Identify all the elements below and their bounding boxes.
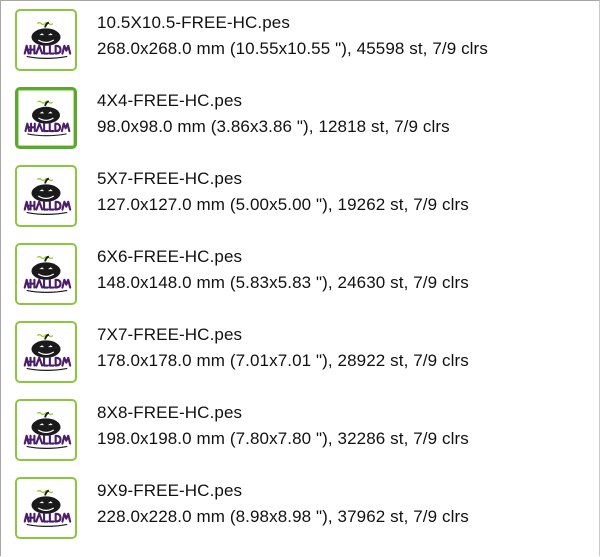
file-item-9x9[interactable]: 9X9-FREE-HC.pes 228.0x228.0 mm (8.98x8.9… bbox=[9, 471, 589, 543]
file-info: 148.0x148.0 mm (5.83x5.83 "), 24630 st, … bbox=[97, 273, 469, 292]
file-info: 127.0x127.0 mm (5.00x5.00 "), 19262 st, … bbox=[97, 195, 469, 214]
happy-halloween-embroidery-icon bbox=[23, 333, 72, 371]
file-thumbnail[interactable] bbox=[15, 321, 77, 383]
file-thumbnail[interactable] bbox=[15, 243, 77, 305]
file-name: 9X9-FREE-HC.pes bbox=[97, 481, 243, 500]
file-thumbnail[interactable] bbox=[15, 477, 77, 539]
file-thumbnail[interactable] bbox=[15, 165, 77, 227]
happy-halloween-embroidery-icon bbox=[23, 255, 72, 293]
file-info: 198.0x198.0 mm (7.80x7.80 "), 32286 st, … bbox=[97, 429, 469, 448]
file-info: 178.0x178.0 mm (7.01x7.01 "), 28922 st, … bbox=[97, 351, 469, 370]
happy-halloween-embroidery-icon bbox=[23, 489, 72, 527]
happy-halloween-embroidery-icon bbox=[23, 177, 72, 215]
file-name: 5X7-FREE-HC.pes bbox=[97, 169, 243, 188]
file-thumbnail[interactable] bbox=[15, 87, 77, 149]
file-name: 10.5X10.5-FREE-HC.pes bbox=[97, 13, 290, 32]
file-info: 268.0x268.0 mm (10.55x10.55 "), 45598 st… bbox=[97, 39, 488, 58]
file-info: 228.0x228.0 mm (8.98x8.98 "), 37962 st, … bbox=[97, 507, 469, 526]
file-name: 6X6-FREE-HC.pes bbox=[97, 247, 243, 266]
file-name: 8X8-FREE-HC.pes bbox=[97, 403, 243, 422]
file-item-4x4[interactable]: 4X4-FREE-HC.pes 98.0x98.0 mm (3.86x3.86 … bbox=[9, 81, 589, 153]
happy-halloween-embroidery-icon bbox=[24, 100, 71, 137]
file-item-6x6[interactable]: 6X6-FREE-HC.pes 148.0x148.0 mm (5.83x5.8… bbox=[9, 237, 589, 309]
file-name: 7X7-FREE-HC.pes bbox=[97, 325, 243, 344]
file-list: 10.5X10.5-FREE-HC.pes 268.0x268.0 mm (10… bbox=[0, 0, 600, 556]
happy-halloween-embroidery-icon bbox=[23, 21, 72, 59]
file-item-10.5x10.5[interactable]: 10.5X10.5-FREE-HC.pes 268.0x268.0 mm (10… bbox=[9, 3, 589, 75]
file-item-5x7[interactable]: 5X7-FREE-HC.pes 127.0x127.0 mm (5.00x5.0… bbox=[9, 159, 589, 231]
file-info: 98.0x98.0 mm (3.86x3.86 "), 12818 st, 7/… bbox=[97, 117, 450, 136]
file-thumbnail[interactable] bbox=[15, 9, 77, 71]
file-name: 4X4-FREE-HC.pes bbox=[97, 91, 243, 110]
file-item-8x8[interactable]: 8X8-FREE-HC.pes 198.0x198.0 mm (7.80x7.8… bbox=[9, 393, 589, 465]
file-thumbnail[interactable] bbox=[15, 399, 77, 461]
happy-halloween-embroidery-icon bbox=[23, 411, 72, 449]
file-item-7x7[interactable]: 7X7-FREE-HC.pes 178.0x178.0 mm (7.01x7.0… bbox=[9, 315, 589, 387]
